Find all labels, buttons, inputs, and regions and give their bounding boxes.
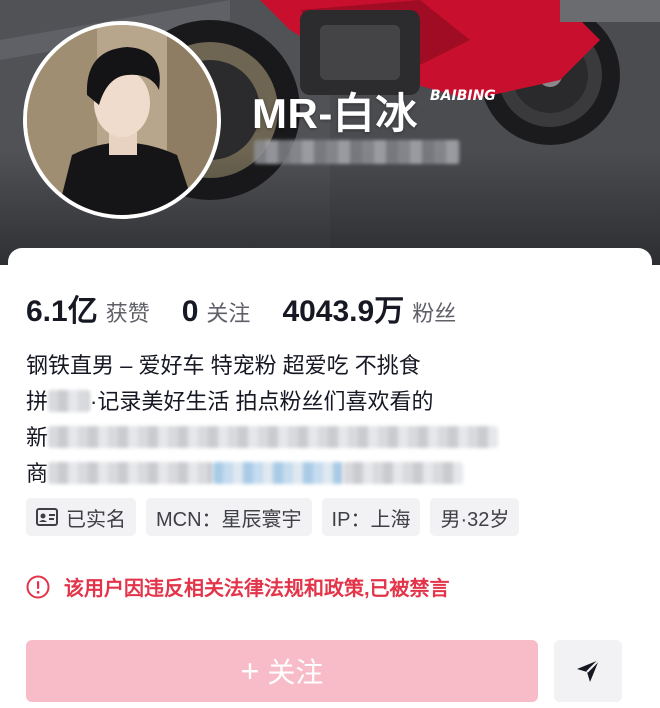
tag-label: IP：上海	[331, 508, 411, 531]
redacted-text	[343, 462, 464, 484]
svg-text:BAIBING: BAIBING	[430, 88, 496, 104]
plus-icon: +	[240, 652, 260, 689]
avatar-photo	[27, 25, 217, 215]
tag-mcn[interactable]: MCN：星辰寰宇	[146, 498, 312, 536]
redacted-text	[48, 462, 214, 484]
stat-likes[interactable]: 6.1亿 获赞	[26, 286, 150, 330]
avatar[interactable]	[23, 21, 221, 219]
bio-text: 新	[26, 425, 49, 450]
bio-text: 商	[26, 461, 49, 486]
id-card-icon	[36, 508, 58, 526]
redacted-link	[213, 462, 344, 484]
stat-value: 4043.9万	[282, 295, 405, 328]
stat-value: 6.1亿	[26, 295, 98, 328]
stat-following[interactable]: 0 关注	[182, 295, 251, 329]
tag-label: MCN：星辰寰宇	[156, 508, 302, 531]
bio-line: 商	[26, 456, 586, 492]
bio-line: 钢铁直男 – 爱好车 特宠粉 超爱吃 不挑食	[26, 348, 586, 384]
profile-banner: BAIBING MR-白冰	[0, 0, 660, 265]
bio-line: 拼 ·记录美好生活 拍点粉丝们喜欢看的	[26, 384, 586, 420]
send-icon	[577, 659, 600, 682]
account-id-blurred	[254, 140, 460, 164]
tag-ip: IP：上海	[321, 498, 421, 536]
stat-label: 粉丝	[412, 301, 457, 326]
bio: 钢铁直男 – 爱好车 特宠粉 超爱吃 不挑食 拼 ·记录美好生活 拍点粉丝们喜欢看…	[26, 348, 586, 492]
profile-card: 6.1亿 获赞 0 关注 4043.9万 粉丝 钢铁直男 – 爱好车 特宠粉 超…	[8, 248, 652, 708]
stat-value: 0	[181, 295, 199, 328]
share-button[interactable]	[554, 640, 622, 702]
tag-gender-age: 男·32岁	[430, 498, 520, 536]
bio-line: 新	[26, 420, 586, 456]
tag-verified[interactable]: 已实名	[26, 498, 136, 536]
bio-text: ·记录美好生活 拍点粉丝们喜欢看的	[90, 389, 434, 414]
alert-circle-icon	[26, 575, 50, 598]
stat-followers[interactable]: 4043.9万 粉丝	[282, 286, 456, 330]
redacted-text	[48, 426, 499, 448]
nickname: MR-白冰	[252, 90, 418, 137]
ban-text: 该用户因违反相关法律法规和政策,已被禁言	[64, 578, 450, 600]
stats-row: 6.1亿 获赞 0 关注 4043.9万 粉丝	[26, 286, 488, 330]
tag-label: 已实名	[66, 508, 126, 531]
stat-label: 获赞	[105, 301, 150, 326]
ban-notice: 该用户因违反相关法律法规和政策,已被禁言	[26, 572, 450, 601]
follow-label: 关注	[267, 657, 324, 688]
tag-label: 男·32岁	[440, 508, 510, 531]
profile-tags: 已实名 MCN：星辰寰宇 IP：上海 男·32岁	[26, 498, 520, 536]
bio-text: 钢铁直男 – 爱好车 特宠粉 超爱吃 不挑食	[26, 353, 421, 378]
stat-label: 关注	[206, 301, 251, 326]
bio-text: 拼	[26, 389, 49, 414]
follow-button[interactable]: + 关注	[26, 640, 538, 702]
redacted-text	[48, 390, 91, 412]
